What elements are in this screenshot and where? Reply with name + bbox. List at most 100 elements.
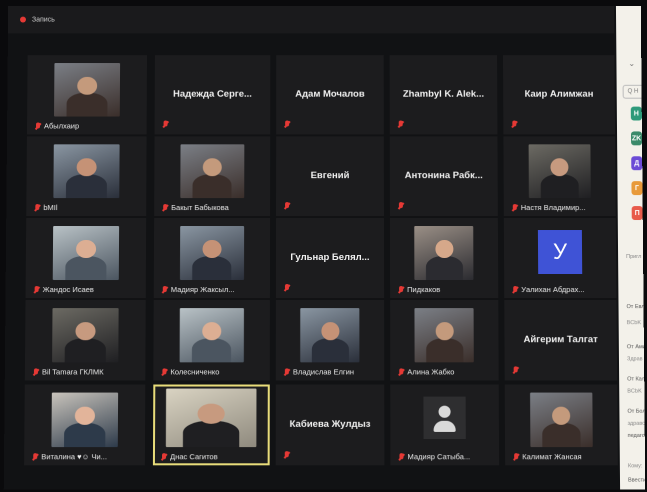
- participant-tile[interactable]: Bil Tamara ГКЛМК: [24, 300, 146, 381]
- participant-tile[interactable]: Надежда Серге...: [154, 55, 271, 135]
- chat-contact-chip[interactable]: П: [631, 206, 643, 221]
- mic-muted-icon: [398, 453, 404, 461]
- mic-muted-icon: [511, 121, 517, 129]
- person-body: [64, 422, 106, 448]
- participant-name: Антонина Рабк...: [404, 169, 483, 181]
- participant-name: Бакыт Бабыкова: [171, 203, 229, 213]
- mic-muted-icon: [162, 204, 168, 212]
- chat-contact-chip[interactable]: Г: [631, 181, 643, 196]
- participant-name: Абылхаир: [43, 121, 80, 131]
- participant-tile[interactable]: Мадияр Сатыба...: [390, 384, 500, 466]
- person-body: [192, 173, 232, 199]
- participant-tile[interactable]: У Уалихан Абдрах...: [503, 218, 617, 299]
- participant-tile[interactable]: Кабиева Жулдыз: [275, 384, 385, 466]
- chevron-down-icon[interactable]: ⌄: [628, 59, 635, 68]
- participant-label: Бакыт Бабыкова: [162, 203, 229, 212]
- participant-name: Виталина ♥☺ Чи...: [41, 452, 108, 462]
- mic-muted-icon: [284, 121, 290, 129]
- participant-name: Адам Мочалов: [295, 88, 365, 100]
- user-icon-body: [433, 420, 456, 432]
- person-head: [76, 158, 97, 177]
- person-body: [311, 337, 349, 363]
- participant-tile[interactable]: Алина Жабко: [390, 300, 499, 381]
- participant-label: Владислав Елгин: [284, 367, 354, 376]
- participant-tile[interactable]: Zhambyl K. Alek...: [389, 55, 498, 135]
- video-feed: [530, 392, 593, 448]
- participant-tile[interactable]: Владислав Елгин: [275, 300, 385, 381]
- mic-muted-icon: [163, 121, 169, 129]
- chat-contact-chip[interactable]: ZK: [630, 131, 643, 146]
- mic-muted-icon: [162, 286, 168, 294]
- chat-text: Ввести: [628, 477, 646, 484]
- participant-tile[interactable]: Колесниченко: [153, 300, 270, 381]
- video-feed: [52, 226, 120, 281]
- chat-contact-chip[interactable]: Н: [630, 106, 642, 121]
- chat-text: педаго: [627, 432, 645, 440]
- mic-muted-icon: [32, 453, 38, 461]
- participant-label: bMIl: [34, 203, 57, 212]
- participant-tile[interactable]: Евгений: [276, 136, 384, 217]
- participant-name: Bil Tamara ГКЛМК: [41, 367, 104, 377]
- participant-label: Днас Сагитов: [161, 452, 218, 461]
- participant-tile[interactable]: Настя Владимир...: [503, 136, 616, 217]
- meeting-window: Запись Абылхаир Надежда Серге... Адам Моча…: [3, 5, 646, 490]
- participant-label: Калимат Жансая: [513, 452, 582, 461]
- chat-text: Здрав: [626, 356, 643, 363]
- chat-search-input[interactable]: Q Н: [622, 84, 642, 99]
- mic-muted-icon: [284, 368, 290, 376]
- mic-muted-icon: [284, 202, 290, 210]
- participant-label: Колесниченко: [161, 367, 219, 376]
- participant-tile[interactable]: Абылхаир: [26, 55, 147, 135]
- chat-text: От Ами: [626, 344, 646, 351]
- mic-muted-icon: [398, 368, 404, 376]
- participant-tile[interactable]: Гульнар Белял...: [275, 218, 385, 299]
- participant-name: Zhambyl K. Alek...: [402, 88, 485, 100]
- chat-text: От Бол: [627, 408, 646, 415]
- participant-tile[interactable]: Калимат Жансая: [504, 384, 618, 466]
- chat-contact-chip[interactable]: Д: [631, 156, 643, 171]
- participant-name: Каир Алимжан: [524, 88, 594, 100]
- participant-tile[interactable]: Каир Алимжан: [503, 55, 616, 135]
- chat-text: BCbK: [627, 388, 642, 395]
- participant-tile[interactable]: Адам Мочалов: [276, 55, 384, 135]
- person-body: [65, 173, 107, 199]
- person-head: [321, 322, 339, 341]
- person-body: [65, 255, 107, 281]
- person-head: [435, 240, 453, 259]
- video-feed: [52, 308, 119, 363]
- participant-tile[interactable]: Пидкаков: [389, 218, 499, 299]
- participant-name: Гульнар Белял...: [290, 251, 370, 263]
- mic-muted-icon: [513, 366, 519, 374]
- chat-text: От Калим: [627, 376, 646, 383]
- participant-tile[interactable]: Жандос Исаев: [25, 218, 147, 299]
- participant-label: Bil Tamara ГКЛМК: [33, 367, 104, 376]
- participant-name: Алина Жабко: [407, 367, 455, 377]
- video-feed: [54, 63, 121, 117]
- participant-tile[interactable]: Антонина Рабк...: [389, 136, 498, 217]
- person-body: [540, 173, 579, 199]
- participant-label: Мадияр Сатыба...: [398, 452, 470, 461]
- participant-name: Айгерим Талгат: [523, 333, 598, 345]
- participant-tile[interactable]: Днас Сагитов: [152, 384, 270, 466]
- person-head: [197, 403, 226, 424]
- record-icon[interactable]: [19, 16, 27, 23]
- mic-muted-icon: [284, 451, 290, 459]
- chat-text: здравс: [627, 420, 646, 427]
- participant-name: bMIl: [43, 203, 58, 213]
- participant-label: Виталина ♥☺ Чи...: [32, 452, 107, 461]
- participant-grid: Абылхаир Надежда Серге... Адам Мочалов Zham…: [24, 55, 620, 485]
- participant-tile[interactable]: Виталина ♥☺ Чи...: [24, 384, 146, 466]
- participant-tile[interactable]: Айгерим Талгат: [504, 300, 618, 381]
- person-body: [64, 337, 106, 363]
- participant-name: Надежда Серге...: [173, 88, 252, 100]
- chat-text: Кому:: [627, 463, 643, 470]
- participant-label: Уалихан Абдрах...: [512, 285, 584, 294]
- avatar: У: [537, 230, 583, 275]
- participant-name: Пидкаков: [407, 285, 441, 295]
- mic-muted-icon: [512, 286, 518, 294]
- participant-label: Мадияр Жаксыл...: [162, 285, 235, 294]
- participant-tile[interactable]: bMIl: [26, 136, 147, 217]
- participant-tile[interactable]: Мадияр Жаксыл...: [153, 218, 271, 299]
- mic-muted-icon: [161, 453, 167, 461]
- participant-tile[interactable]: Бакыт Бабыкова: [154, 136, 271, 217]
